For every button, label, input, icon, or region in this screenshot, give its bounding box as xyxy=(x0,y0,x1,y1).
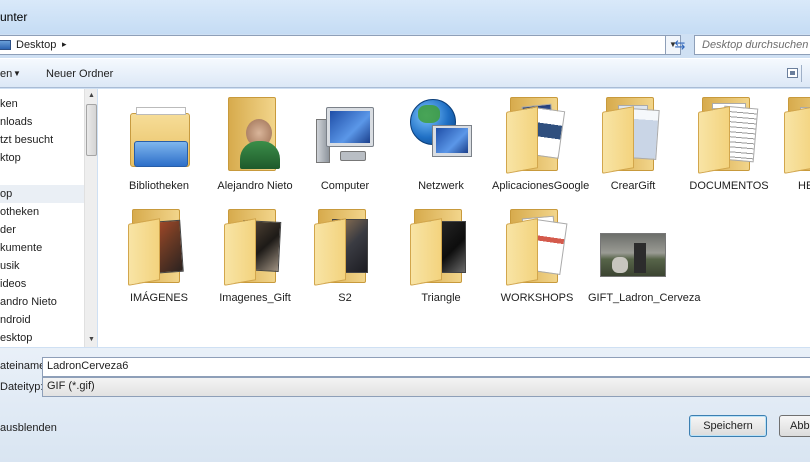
new-folder-button[interactable]: Neuer Ordner xyxy=(46,68,113,80)
nav-scrollbar[interactable]: ▲ ▼ xyxy=(84,89,97,347)
gif-thumbnail-icon xyxy=(600,207,666,283)
nav-item[interactable]: ndroid xyxy=(0,311,84,329)
address-row: Desktop ▸ ▼ ⇆ Desktop durchsuchen xyxy=(0,34,810,56)
breadcrumb-arrow-icon[interactable]: ▸ xyxy=(62,39,67,50)
folder-documents-icon xyxy=(600,95,666,174)
file-tile[interactable]: Computer xyxy=(300,91,390,203)
folder-documents-icon xyxy=(782,95,810,174)
file-tile[interactable]: Alejandro Nieto xyxy=(210,91,300,203)
folder-photos-icon xyxy=(222,207,288,286)
nav-item[interactable]: otheken xyxy=(0,203,84,221)
save-dialog-footer: ateiname: LadronCerveza6 Dateityp: GIF (… xyxy=(0,348,810,462)
file-label: Triangle xyxy=(421,292,461,304)
desktop-icon xyxy=(0,40,11,50)
organize-button[interactable]: en xyxy=(0,68,12,80)
file-label: Imagenes_Gift xyxy=(219,292,291,304)
file-tile[interactable]: Imagenes_Gift xyxy=(210,203,300,315)
navigation-pane: ken nloads tzt besucht ktop op otheken d… xyxy=(0,89,97,347)
library-folder-icon xyxy=(126,95,192,171)
preview-pane-icon[interactable] xyxy=(787,68,798,78)
file-label: Computer xyxy=(320,180,370,192)
file-label: Alejandro Nieto xyxy=(217,180,293,192)
file-list: Bibliotheken Alejandro Nieto Computer Ne… xyxy=(98,89,810,347)
folder-photos-icon xyxy=(408,207,474,286)
file-label: CrearGift xyxy=(610,180,656,192)
scrollbar-thumb[interactable] xyxy=(86,104,97,156)
folder-photos-icon xyxy=(312,207,378,286)
nav-item[interactable]: ken xyxy=(0,95,84,113)
save-button[interactable]: Speichern xyxy=(689,415,767,437)
file-tile[interactable]: Bibliotheken xyxy=(114,91,204,203)
folder-documents-icon xyxy=(504,207,570,286)
file-label: AplicacionesGoogle xyxy=(492,180,590,192)
file-label: HE xyxy=(798,180,810,192)
file-tile[interactable]: HE xyxy=(780,91,810,203)
file-tile[interactable]: S2 xyxy=(300,203,390,315)
file-tile[interactable]: AplicacionesGoogle xyxy=(492,91,590,203)
network-icon xyxy=(408,95,474,171)
file-tile[interactable]: DOCUMENTOS xyxy=(684,91,774,203)
organize-chevron-down-icon[interactable]: ▼ xyxy=(13,69,21,78)
refresh-icon[interactable]: ⇆ xyxy=(669,35,691,55)
scroll-up-icon[interactable]: ▲ xyxy=(85,89,98,103)
file-label: Netzwerk xyxy=(418,180,464,192)
nav-item[interactable]: der xyxy=(0,221,84,239)
file-tile[interactable]: Netzwerk xyxy=(396,91,486,203)
file-label: Bibliotheken xyxy=(129,180,189,192)
address-bar[interactable]: Desktop ▸ xyxy=(0,35,666,55)
file-label: IMÁGENES xyxy=(129,292,189,304)
title-bar: unter xyxy=(0,0,810,34)
search-input[interactable]: Desktop durchsuchen xyxy=(694,35,810,55)
toolbar: en ▼ Neuer Ordner xyxy=(0,58,810,88)
nav-item[interactable]: kumente xyxy=(0,239,84,257)
nav-item[interactable]: ideos xyxy=(0,275,84,293)
nav-item-selected[interactable]: op xyxy=(0,185,84,203)
file-tile[interactable]: IMÁGENES xyxy=(114,203,204,315)
window-title: unter xyxy=(0,10,28,24)
cancel-button[interactable]: Abb xyxy=(779,415,810,437)
folder-documents-icon xyxy=(696,95,762,174)
nav-item[interactable]: andro Nieto xyxy=(0,293,84,311)
breadcrumb-desktop[interactable]: Desktop xyxy=(16,39,56,51)
nav-item[interactable]: nloads xyxy=(0,113,84,131)
filetype-label: Dateityp: xyxy=(0,381,44,393)
nav-item[interactable]: tzt besucht xyxy=(0,131,84,149)
filetype-select[interactable]: GIF (*.gif) xyxy=(42,377,810,397)
computer-icon xyxy=(312,95,378,171)
nav-item[interactable]: usik xyxy=(0,257,84,275)
hide-folders-toggle[interactable]: ausblenden xyxy=(0,422,57,434)
toolbar-divider xyxy=(801,65,802,82)
user-folder-icon xyxy=(222,95,288,171)
file-label: S2 xyxy=(338,292,352,304)
filename-input[interactable]: LadronCerveza6 xyxy=(42,357,810,377)
nav-item[interactable]: ktop xyxy=(0,149,84,167)
file-label: WORKSHOPS xyxy=(500,292,574,304)
file-tile[interactable]: GIFT_Ladron_Cerveza xyxy=(588,203,701,315)
nav-item[interactable]: esktop xyxy=(0,329,84,347)
file-tile[interactable]: WORKSHOPS xyxy=(492,203,582,315)
file-label: DOCUMENTOS xyxy=(689,180,769,192)
file-tile[interactable]: CrearGift xyxy=(588,91,678,203)
file-label: GIFT_Ladron_Cerveza xyxy=(588,292,701,304)
file-tile[interactable]: Triangle xyxy=(396,203,486,315)
folder-photos-icon xyxy=(126,207,192,286)
folder-documents-icon xyxy=(504,95,570,174)
scroll-down-icon[interactable]: ▼ xyxy=(85,333,98,347)
